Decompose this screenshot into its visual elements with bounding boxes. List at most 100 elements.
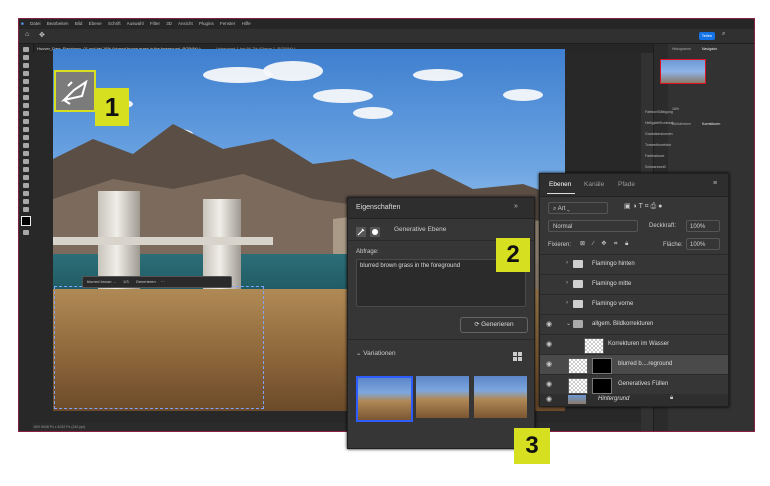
gradient-tool[interactable] <box>23 143 29 148</box>
healing-tool[interactable] <box>23 103 29 108</box>
layers-panel: Ebenen Kanäle Pfade ≡ ⌕ Art ⌄ ▣ ◑ T ⌗ ⎙ … <box>539 173 729 407</box>
foreground-color-swatch[interactable] <box>21 216 31 226</box>
layer-row[interactable]: ◉ ⌄ allgem. Bildkorrekturen <box>540 314 728 335</box>
folder-icon <box>573 280 583 288</box>
menu-filter[interactable]: Filter <box>150 21 160 26</box>
layer-row[interactable]: ◉ Korrekturen im Wasser <box>540 334 728 355</box>
eye-icon[interactable]: ◉ <box>546 340 555 348</box>
properties-title[interactable]: Eigenschaften <box>356 204 400 211</box>
stamp-tool[interactable] <box>23 119 29 124</box>
fill-input[interactable]: 100% <box>686 238 720 250</box>
chevron-right-icon[interactable]: › <box>566 280 568 286</box>
blur-tool[interactable] <box>23 151 29 156</box>
layer-filter-icons[interactable]: ▣ ◑ T ⌗ ⎙ ● <box>624 202 724 214</box>
dodge-tool[interactable] <box>23 159 29 164</box>
layer-row[interactable]: › Flamingo mitte <box>540 274 728 295</box>
ps-app-icon[interactable]: ■ <box>21 21 24 26</box>
history-brush-tool[interactable] <box>23 127 29 132</box>
menu-ebene[interactable]: Ebene <box>89 21 102 26</box>
menu-plugins[interactable]: Plugins <box>199 21 214 26</box>
menu-ansicht[interactable]: Ansicht <box>178 21 193 26</box>
adjustment-brightness-contrast[interactable]: Helligkeit/Kontrast <box>645 120 705 127</box>
hand-tool[interactable] <box>23 199 29 204</box>
move-tool-icon[interactable]: ✥ <box>39 31 45 39</box>
layer-mask[interactable] <box>592 378 612 394</box>
tab-pfade[interactable]: Pfade <box>618 181 635 188</box>
menu-datei[interactable]: Datei <box>30 21 41 26</box>
genbar-prompt[interactable]: blurred brown ... <box>87 279 116 284</box>
variation-thumbnail-3[interactable] <box>474 376 527 418</box>
variations-label[interactable]: ⌄ Variationen <box>356 349 396 357</box>
pen-tool[interactable] <box>23 167 29 172</box>
badge-3: 3 <box>514 428 550 464</box>
menu-fenster[interactable]: Fenster <box>220 21 235 26</box>
lasso-tool[interactable] <box>23 63 29 68</box>
adjustment-color-balance[interactable]: Farbbalance <box>645 153 705 160</box>
selection-marquee[interactable] <box>54 286 264 409</box>
adjustment-hue-saturation[interactable]: Farbton/Sättigung <box>645 109 705 116</box>
generate-button[interactable]: ⟳ Generieren <box>460 317 528 333</box>
path-select-tool[interactable] <box>23 183 29 188</box>
layer-mask[interactable] <box>592 358 612 374</box>
more-icon[interactable]: ⋯ <box>161 279 165 284</box>
menu-bearbeiten[interactable]: Bearbeiten <box>47 21 69 26</box>
zoom-tool[interactable] <box>23 207 29 212</box>
eye-icon[interactable]: ◉ <box>546 380 555 388</box>
layer-name: Flamingo vorne <box>592 301 634 307</box>
grid-view-icon[interactable] <box>513 348 522 361</box>
marquee-tool[interactable] <box>23 55 29 60</box>
crop-tool[interactable] <box>23 79 29 84</box>
chevron-right-icon[interactable]: › <box>566 300 568 306</box>
tab-histogramm[interactable]: Histogramm <box>672 47 691 51</box>
eye-icon[interactable]: ◉ <box>546 320 555 328</box>
chevron-right-icon[interactable]: › <box>566 260 568 266</box>
share-button[interactable]: Teilen <box>699 32 715 40</box>
layer-row[interactable]: ◉ Generatives Füllen <box>540 374 728 395</box>
type-tool[interactable] <box>23 175 29 180</box>
eraser-tool[interactable] <box>23 135 29 140</box>
adjustment-black-white[interactable]: Schwarzweiß <box>645 164 705 171</box>
contextual-task-bar: blurred brown ... 1/3 Generieren ⋯ <box>82 276 232 288</box>
adjustment-levels[interactable]: Tonwertkorrektur <box>645 142 705 149</box>
object-select-tool[interactable] <box>23 71 29 76</box>
folder-icon <box>573 260 583 268</box>
menu-3d[interactable]: 3D <box>166 21 172 26</box>
layer-name: allgem. Bildkorrekturen <box>592 321 654 327</box>
layer-row[interactable]: › Flamingo vorne <box>540 294 728 315</box>
tab-navigator[interactable]: Navigator <box>702 47 717 51</box>
layer-row[interactable]: › Flamingo hinten <box>540 254 728 275</box>
tab-kanaele[interactable]: Kanäle <box>584 181 604 188</box>
eye-icon[interactable]: ◉ <box>546 395 552 403</box>
variation-thumbnail-1[interactable] <box>356 376 413 422</box>
menu-auswahl[interactable]: Auswahl <box>127 21 144 26</box>
menu-hilfe[interactable]: Hilfe <box>242 21 251 26</box>
layer-row-selected[interactable]: ◉ blurred b....reground <box>540 354 728 375</box>
tab-ebenen[interactable]: Ebenen <box>549 181 571 188</box>
opacity-input[interactable]: 100% <box>686 220 720 232</box>
navigator-thumbnail[interactable] <box>660 59 706 84</box>
quick-mask-button[interactable] <box>23 230 29 235</box>
genbar-pager[interactable]: 1/3 <box>123 279 129 284</box>
layer-name: Hintergrund <box>598 396 630 402</box>
variation-thumbnail-2[interactable] <box>416 376 469 418</box>
menu-schrift[interactable]: Schrift <box>108 21 121 26</box>
genbar-generate[interactable]: Generieren <box>136 279 156 284</box>
background-thumbnail <box>568 395 586 404</box>
shape-tool[interactable] <box>23 191 29 196</box>
eyedropper-tool[interactable] <box>23 95 29 100</box>
prompt-label: Abfrage: <box>356 249 379 255</box>
blend-mode-select[interactable]: Normal <box>548 220 638 232</box>
brush-tool[interactable] <box>23 111 29 116</box>
frame-tool[interactable] <box>23 87 29 92</box>
collapse-icon[interactable]: » <box>514 203 518 210</box>
menu-bild[interactable]: Bild <box>75 21 83 26</box>
panel-menu-icon[interactable]: ≡ <box>713 180 717 187</box>
layer-filter-select[interactable]: ⌕ Art ⌄ <box>548 202 608 214</box>
home-icon[interactable]: ⌂ <box>25 31 29 38</box>
chevron-down-icon[interactable]: ⌄ <box>566 320 571 327</box>
search-icon[interactable]: ⌕ <box>722 31 725 38</box>
adjustment-curves[interactable]: Gradationskurven <box>645 131 705 138</box>
move-tool[interactable] <box>23 47 29 52</box>
eye-icon[interactable]: ◉ <box>546 360 555 368</box>
lock-icons[interactable]: ⊠ ∕ ✥ ⌗ 🔒︎ <box>580 240 631 248</box>
